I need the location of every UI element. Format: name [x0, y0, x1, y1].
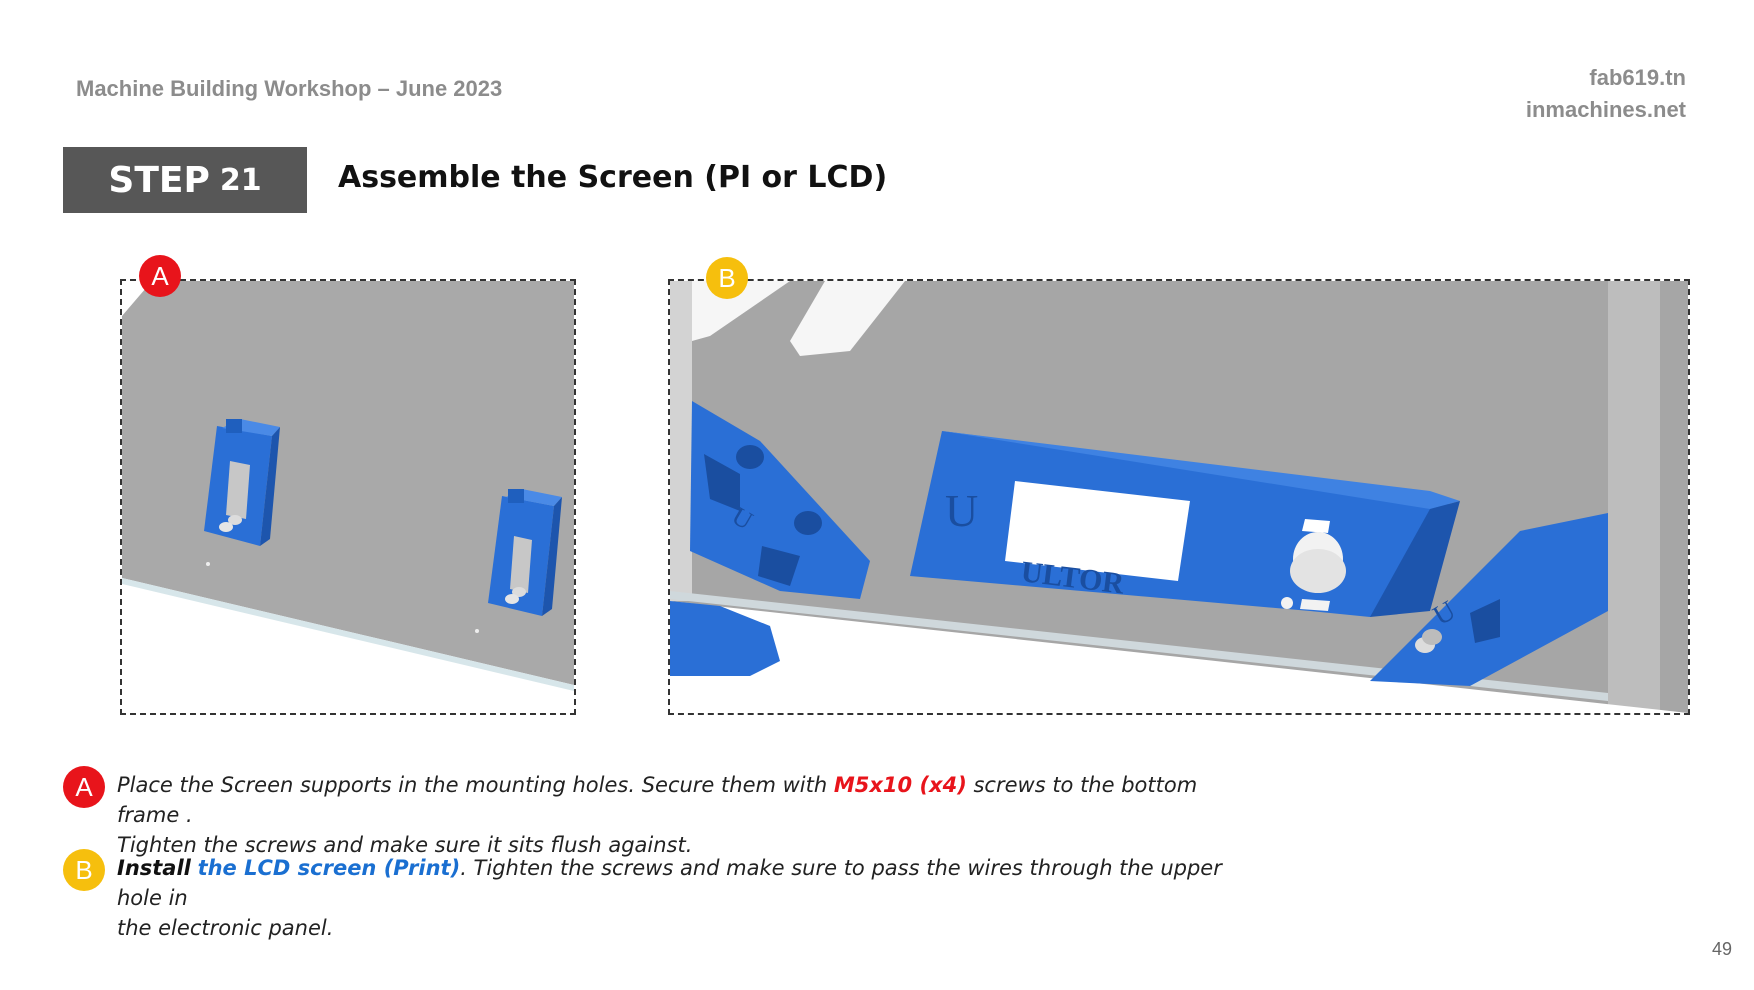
site-fab619: fab619.tn	[1589, 65, 1686, 90]
step-number: 21	[219, 162, 262, 198]
instruction-b-line-1: Install the LCD screen (Print). Tighten …	[117, 853, 1237, 913]
figure-b-marker: B	[706, 257, 748, 299]
step-word: STEP	[108, 159, 210, 201]
instruction-a-line-1: Place the Screen supports in the mountin…	[117, 770, 1237, 830]
site-inmachines: inmachines.net	[1525, 97, 1686, 122]
figure-a-marker: A	[139, 255, 181, 297]
figure-b-render: U U ULTOR U	[670, 281, 1688, 713]
instruction-a: Place the Screen supports in the mountin…	[117, 770, 1237, 860]
lcd-print-link[interactable]: the LCD screen (Print)	[198, 856, 461, 880]
screw-spec: M5x10 (x4)	[833, 773, 967, 797]
figure-a-render	[122, 281, 574, 691]
step-badge: STEP 21	[63, 147, 307, 213]
instruction-b-line-2: the electronic panel.	[117, 916, 334, 940]
site-links: fab619.tn inmachines.net	[1526, 62, 1686, 126]
figure-a	[120, 279, 576, 715]
workshop-title: Machine Building Workshop – June 2023	[76, 76, 503, 101]
instruction-b-verb: Install	[117, 856, 191, 880]
step-title: Assemble the Screen (PI or LCD)	[338, 160, 888, 195]
page-number: 49	[1711, 939, 1732, 959]
instruction-b: Install the LCD screen (Print). Tighten …	[117, 853, 1237, 943]
instruction-a-text-1: Place the Screen supports in the mountin…	[117, 773, 834, 797]
instruction-b-marker: B	[63, 849, 105, 891]
logo-u-screen: U	[945, 485, 978, 536]
instruction-a-marker: A	[63, 766, 105, 808]
figure-b: U U ULTOR U	[668, 279, 1690, 715]
